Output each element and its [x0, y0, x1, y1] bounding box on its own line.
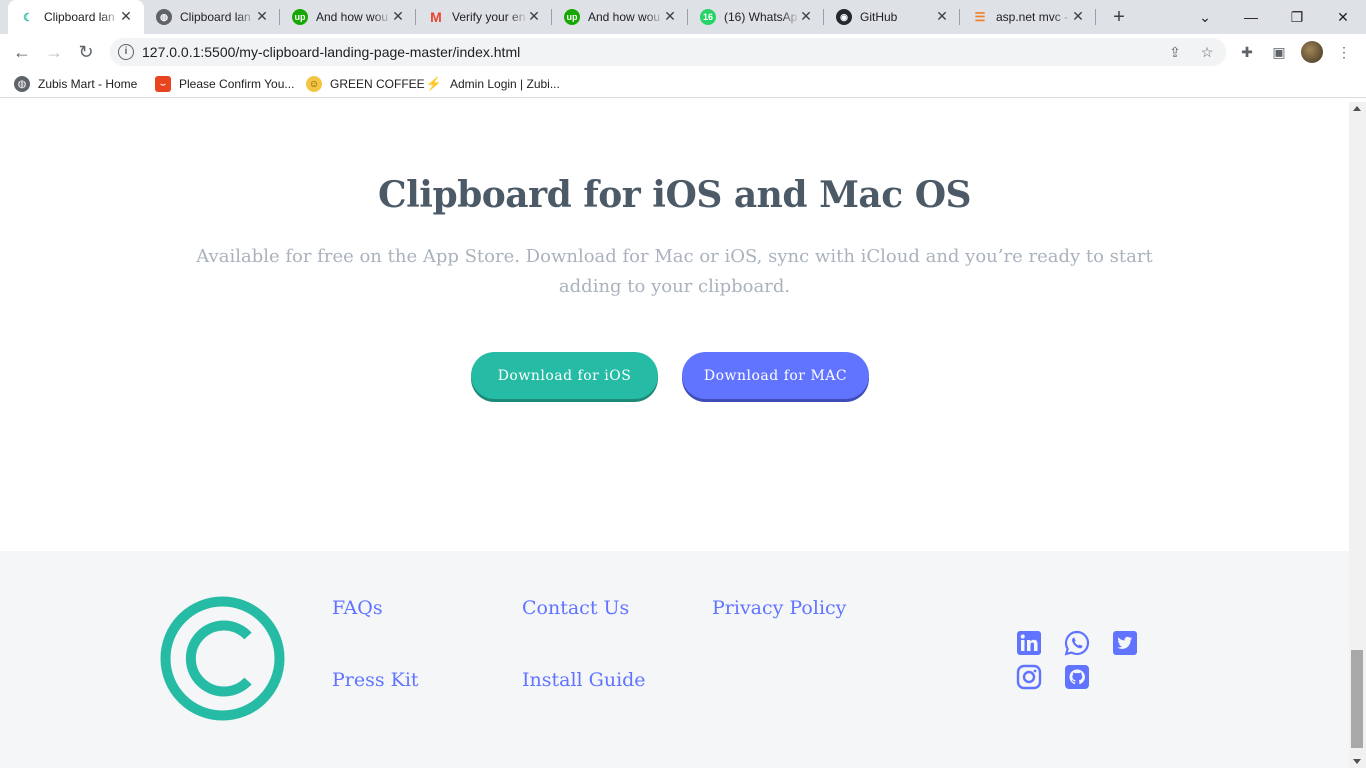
close-window-icon[interactable]: ✕: [1331, 5, 1355, 29]
bookmarks-bar: ◍ Zubis Mart - Home ⌣ Please Confirm You…: [0, 70, 1366, 98]
share-icon[interactable]: ⇪: [1166, 43, 1184, 61]
bookmark-please-confirm[interactable]: ⌣ Please Confirm You...: [155, 75, 294, 93]
footer-link-faqs[interactable]: FAQs: [332, 597, 383, 619]
profile-avatar[interactable]: [1301, 41, 1323, 63]
tab-title: (16) WhatsAp: [724, 10, 798, 24]
tab-strip: ☾ Clipboard lan ✕ ◍ Clipboard lan ✕ up A…: [0, 0, 1366, 34]
menu-icon[interactable]: ⋮: [1334, 42, 1354, 62]
download-mac-button[interactable]: Download for MAC: [682, 352, 869, 399]
address-bar[interactable]: i 127.0.0.1:5500/my-clipboard-landing-pa…: [110, 38, 1226, 66]
smiley-icon: ☺: [306, 76, 322, 92]
page-viewport: Clipboard for iOS and Mac OS Available f…: [0, 102, 1349, 768]
close-icon[interactable]: ✕: [662, 8, 678, 24]
restore-icon[interactable]: ❐: [1285, 5, 1309, 29]
globe-favicon-icon: ◍: [156, 9, 172, 25]
linkedin-icon[interactable]: [1016, 630, 1042, 656]
scroll-up-icon[interactable]: [1353, 106, 1361, 111]
globe-icon: ◍: [14, 76, 30, 92]
close-icon[interactable]: ✕: [1070, 8, 1086, 24]
zubi-icon: ⚡: [425, 76, 443, 91]
copyright-logo-icon[interactable]: [160, 596, 285, 721]
twitter-icon[interactable]: [1112, 630, 1138, 656]
page-scrollbar[interactable]: [1349, 102, 1366, 768]
site-info-icon[interactable]: i: [118, 44, 134, 60]
reload-icon[interactable]: ↻: [74, 40, 98, 64]
tab-upwork-1[interactable]: up And how wou ✕: [280, 0, 416, 34]
footer-link-press-kit[interactable]: Press Kit: [332, 669, 419, 691]
scroll-down-icon[interactable]: [1353, 759, 1361, 764]
scrollbar-thumb[interactable]: [1351, 650, 1363, 748]
extensions-icon[interactable]: ✚: [1237, 42, 1257, 62]
github-favicon-icon: ◉: [836, 9, 852, 25]
tab-title: And how wou: [316, 10, 389, 24]
section-subtext: Available for free on the App Store. Dow…: [196, 246, 1153, 297]
clipboard-favicon-icon: ☾: [23, 11, 33, 24]
tab-clipboard-active[interactable]: ☾ Clipboard lan ✕: [8, 0, 144, 34]
bookmark-label: Please Confirm You...: [179, 77, 295, 91]
minimize-icon[interactable]: —: [1239, 5, 1263, 29]
shop-icon: ⌣: [155, 76, 171, 92]
close-icon[interactable]: ✕: [390, 8, 406, 24]
close-icon[interactable]: ✕: [254, 8, 270, 24]
tab-title: asp.net mvc -: [996, 10, 1069, 24]
footer-link-install-guide[interactable]: Install Guide: [522, 669, 646, 691]
tab-gmail[interactable]: M Verify your en ✕: [416, 0, 552, 34]
bookmark-admin-login[interactable]: ⚡ Admin Login | Zubi...: [426, 75, 560, 93]
tab-stackoverflow[interactable]: ☰ asp.net mvc - ✕: [960, 0, 1096, 34]
stackoverflow-favicon-icon: ☰: [974, 10, 986, 24]
tab-clipboard[interactable]: ◍ Clipboard lan ✕: [144, 0, 280, 34]
side-panel-icon[interactable]: ▣: [1269, 42, 1289, 62]
whatsapp-icon[interactable]: [1064, 630, 1090, 656]
footer-link-privacy-policy[interactable]: Privacy Policy: [712, 597, 846, 619]
bookmark-star-icon[interactable]: ☆: [1198, 43, 1216, 61]
tab-title: Verify your en: [452, 10, 526, 24]
browser-toolbar: ← → ↻ i 127.0.0.1:5500/my-clipboard-land…: [0, 34, 1366, 70]
forward-icon[interactable]: →: [42, 40, 66, 64]
section-heading: Clipboard for iOS and Mac OS: [377, 174, 972, 216]
tab-github[interactable]: ◉ GitHub ✕: [824, 0, 960, 34]
download-ios-button[interactable]: Download for iOS: [471, 352, 658, 399]
bookmark-label: Zubis Mart - Home: [38, 77, 138, 91]
page-footer: FAQs Contact Us Privacy Policy Press Kit…: [0, 551, 1349, 768]
github-icon[interactable]: [1064, 664, 1090, 690]
bookmark-label: GREEN COFFEE: [330, 77, 425, 91]
tab-whatsapp[interactable]: 16 (16) WhatsAp ✕: [688, 0, 824, 34]
close-icon[interactable]: ✕: [526, 8, 542, 24]
tab-separator: [1095, 9, 1096, 25]
url-text[interactable]: 127.0.0.1:5500/my-clipboard-landing-page…: [142, 44, 520, 60]
footer-link-contact-us[interactable]: Contact Us: [522, 597, 629, 619]
tab-title: And how wou: [588, 10, 661, 24]
new-tab-button[interactable]: +: [1108, 6, 1130, 28]
tab-upwork-2[interactable]: up And how wou ✕: [552, 0, 688, 34]
close-icon[interactable]: ✕: [118, 8, 134, 24]
close-icon[interactable]: ✕: [934, 8, 950, 24]
bookmark-label: Admin Login | Zubi...: [450, 77, 560, 91]
tab-title: Clipboard lan: [44, 10, 115, 24]
bookmark-zubis-mart[interactable]: ◍ Zubis Mart - Home: [14, 75, 137, 93]
whatsapp-favicon-icon: 16: [700, 9, 716, 25]
gmail-favicon-icon: M: [430, 9, 442, 25]
tab-search-icon[interactable]: ⌄: [1193, 5, 1217, 29]
upwork-favicon-icon: up: [292, 9, 308, 25]
back-icon[interactable]: ←: [10, 40, 34, 64]
tab-title: GitHub: [860, 10, 898, 24]
instagram-icon[interactable]: [1016, 664, 1042, 690]
tab-title: Clipboard lan: [180, 10, 251, 24]
upwork-favicon-icon: up: [564, 9, 580, 25]
close-icon[interactable]: ✕: [798, 8, 814, 24]
bookmark-green-coffee[interactable]: ☺ GREEN COFFEE: [306, 75, 425, 93]
